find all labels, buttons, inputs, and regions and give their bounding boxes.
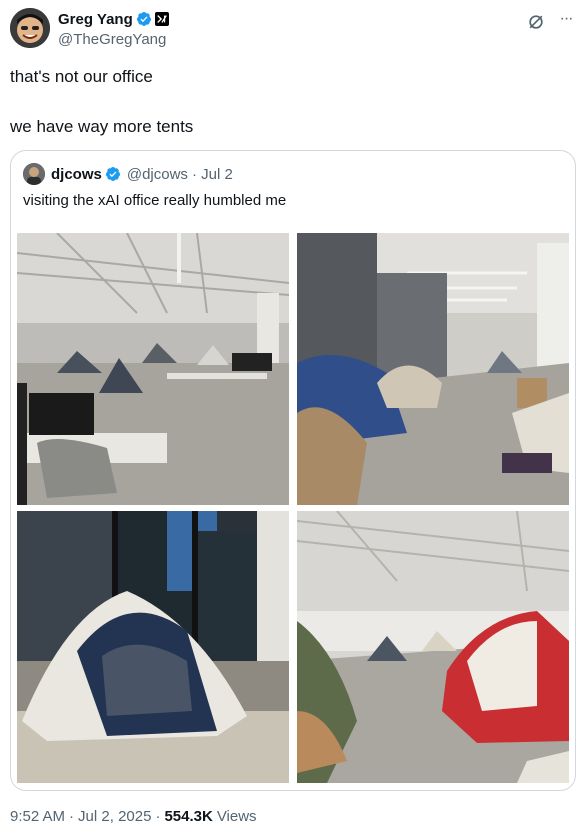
more-options-icon[interactable]: ··· [556,11,576,32]
quoted-tweet-date[interactable]: · Jul 2 [192,166,233,183]
tweet-line-1: that's not our office [10,67,153,86]
views-label: Views [216,808,257,825]
tweet-time[interactable]: 9:52 AM [10,808,65,825]
quoted-tweet-text: visiting the xAI office really humbled m… [23,192,287,209]
author-handle[interactable]: @TheGregYang [58,31,169,48]
tweet-meta: 9:52 AM · Jul 2, 2025 · 554.3K Views [10,808,257,825]
meta-separator: · [69,808,75,825]
verified-badge-icon [136,12,151,26]
quoted-tweet-card[interactable]: djcows @djcows · Jul 2 visiting the xAI … [10,150,576,791]
tweet-line-2: we have way more tents [10,117,194,136]
grok-icon[interactable] [526,12,546,32]
tweet-date[interactable]: Jul 2, 2025 [78,808,151,825]
author-display-name[interactable]: Greg Yang [58,11,133,28]
quoted-author-handle[interactable]: @djcows [127,166,188,183]
author-avatar[interactable] [10,8,50,48]
quoted-author-avatar[interactable] [23,163,45,185]
tweet-header: Greg Yang @TheGregYang ··· [10,8,576,52]
verified-badge-icon [105,167,120,181]
views-count: 554.3K [164,808,213,825]
xai-affiliation-icon[interactable] [154,12,169,26]
quoted-author-display-name[interactable]: djcows [51,166,102,183]
office-tents-photo-3[interactable] [17,511,289,783]
office-tents-photo-2[interactable] [297,233,569,505]
quoted-media-grid [17,233,569,783]
office-tents-photo-1[interactable] [17,233,289,505]
meta-separator: · [155,808,161,825]
office-tents-photo-4[interactable] [297,511,569,783]
tweet-text: that's not our office we have way more t… [10,66,193,138]
